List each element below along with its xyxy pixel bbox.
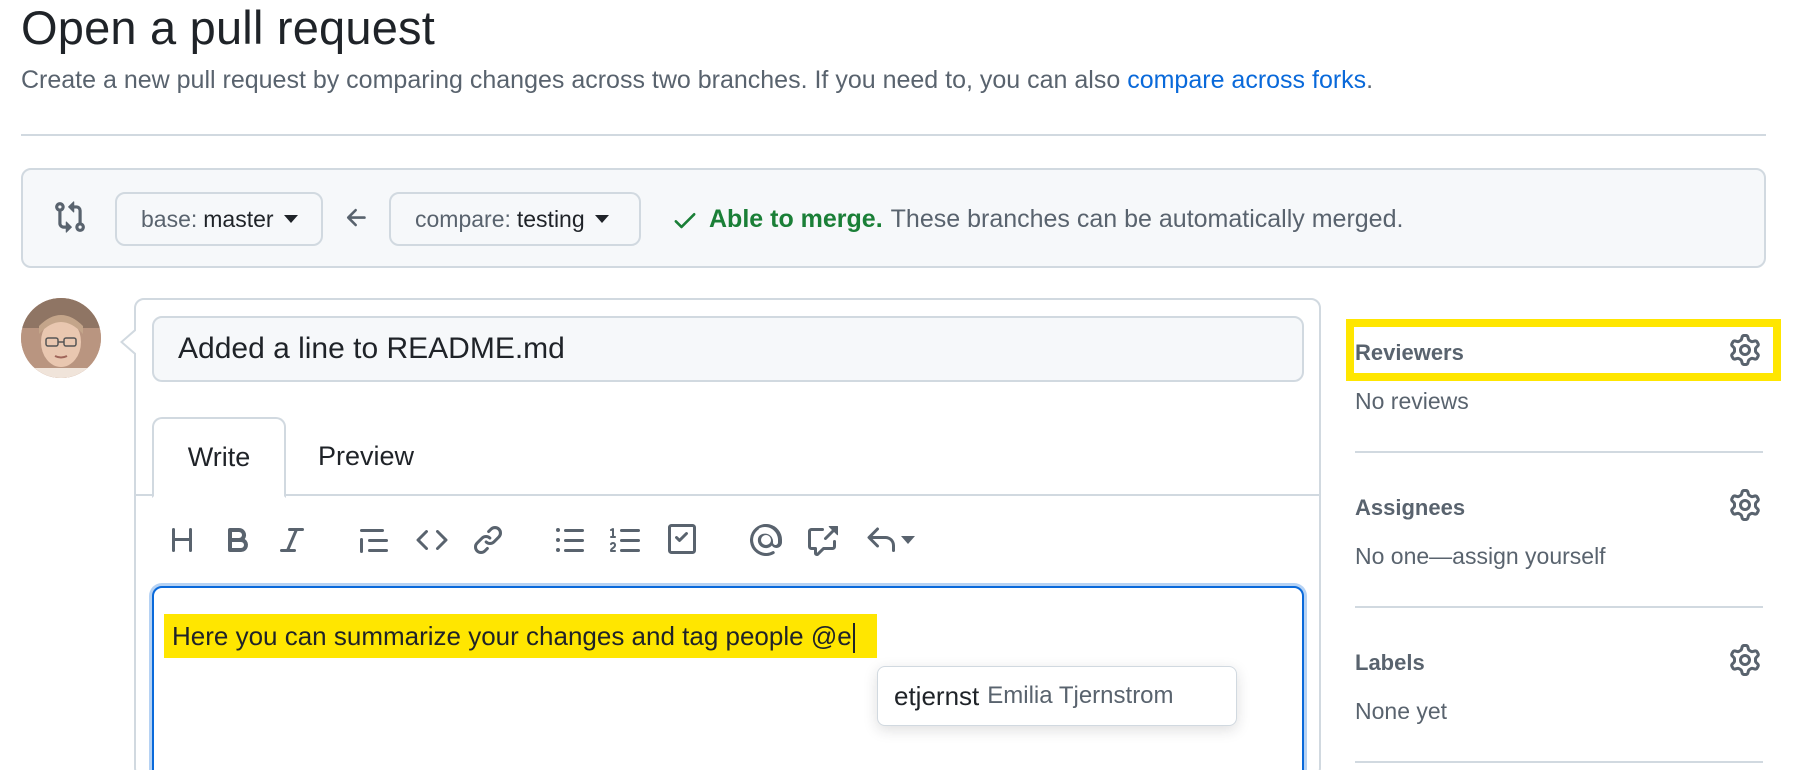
editor-text: Here you can summarize your changes and … — [164, 614, 877, 658]
section-divider — [1355, 606, 1763, 608]
caret-down-icon — [283, 215, 298, 223]
avatar-image — [21, 298, 101, 378]
ordered-list-icon[interactable] — [608, 522, 644, 558]
git-compare-icon — [55, 201, 85, 233]
header-divider — [21, 134, 1766, 136]
compare-branch-select[interactable]: compare: testing — [389, 192, 641, 246]
compare-branch-name: testing — [516, 205, 585, 232]
mention-login: etjernst — [894, 680, 980, 711]
tab-write[interactable]: Write — [152, 417, 286, 498]
labels-heading[interactable]: Labels — [1355, 650, 1425, 676]
merge-status: Able to merge. These branches can be aut… — [671, 205, 1403, 234]
reviewers-value: No reviews — [1355, 388, 1469, 414]
compare-bar: base: master compare: testing Able to me… — [21, 168, 1766, 268]
reply-icon[interactable] — [862, 522, 918, 558]
subtitle-text: Create a new pull request by comparing c… — [21, 66, 1121, 94]
bold-icon[interactable] — [220, 522, 256, 558]
merge-status-bold: Able to merge. — [709, 205, 883, 233]
pr-title-input[interactable] — [152, 316, 1304, 382]
check-icon — [674, 212, 696, 228]
sidebar: Reviewers No reviews Assignees No one—as… — [1355, 318, 1765, 770]
compare-label: compare: — [415, 205, 511, 232]
cross-reference-icon[interactable] — [804, 522, 840, 558]
reviewers-heading[interactable]: Reviewers — [1355, 340, 1464, 366]
heading-icon[interactable] — [164, 522, 200, 558]
pull-request-form: Write Preview — [120, 298, 1321, 770]
assignees-value[interactable]: No one—assign yourself — [1355, 543, 1606, 570]
base-branch-select[interactable]: base: master — [115, 192, 323, 246]
page-subtitle: Create a new pull request by comparing c… — [21, 66, 1373, 95]
unordered-list-icon[interactable] — [552, 522, 588, 558]
editor-tabs: Write Preview — [136, 417, 1319, 498]
compare-across-forks-link[interactable]: compare across forks — [1127, 66, 1366, 94]
section-divider — [1355, 761, 1763, 763]
editor-text-content: Here you can summarize your changes and … — [172, 621, 852, 651]
gear-icon[interactable] — [1729, 334, 1761, 366]
arrow-left-icon — [346, 208, 366, 227]
link-icon[interactable] — [470, 522, 506, 558]
merge-status-text: These branches can be automatically merg… — [890, 205, 1404, 233]
avatar — [21, 298, 101, 378]
code-icon[interactable] — [414, 522, 450, 558]
labels-section: Labels None yet — [1355, 628, 1765, 770]
text-cursor — [852, 623, 855, 654]
assignees-heading[interactable]: Assignees — [1355, 495, 1465, 521]
reviewers-section: Reviewers No reviews — [1355, 318, 1765, 473]
quote-icon[interactable] — [356, 522, 392, 558]
tab-preview[interactable]: Preview — [306, 417, 426, 496]
labels-value: None yet — [1355, 698, 1448, 724]
caret-down-icon — [594, 215, 609, 223]
section-divider — [1355, 451, 1763, 453]
italic-icon[interactable] — [274, 522, 310, 558]
page-title: Open a pull request — [21, 1, 436, 54]
caret-down-icon — [901, 536, 915, 544]
gear-icon[interactable] — [1729, 489, 1761, 521]
mention-suggestion[interactable]: etjernst Emilia Tjernstrom — [877, 666, 1237, 726]
markdown-toolbar — [152, 518, 1302, 568]
assignees-section: Assignees No one—assign yourself — [1355, 473, 1765, 628]
mention-full-name: Emilia Tjernstrom — [987, 682, 1174, 709]
gear-icon[interactable] — [1729, 644, 1761, 676]
task-list-icon[interactable] — [664, 522, 700, 558]
base-label: base: — [141, 205, 198, 232]
subtitle-end: . — [1366, 66, 1374, 94]
base-branch-name: master — [203, 205, 274, 232]
mention-icon[interactable] — [748, 522, 784, 558]
